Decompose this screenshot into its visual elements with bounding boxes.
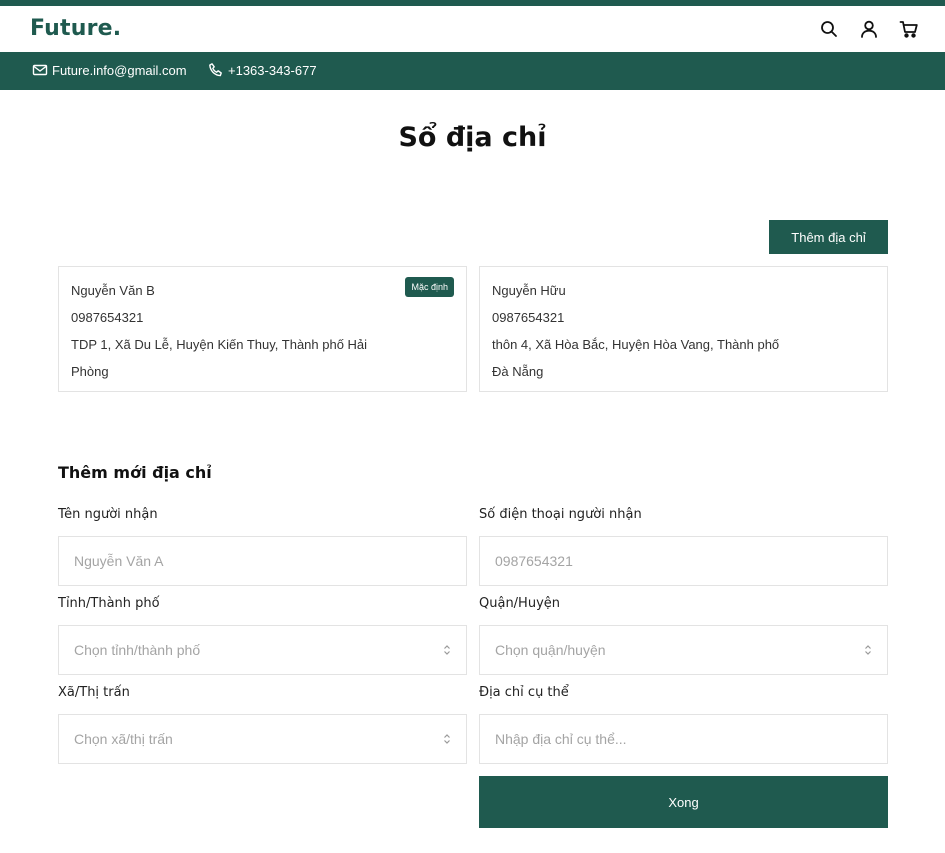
ward-select[interactable]: Chọn xã/thị trấn bbox=[58, 714, 467, 764]
contact-phone-text: +1363-343-677 bbox=[228, 62, 317, 78]
form-title: Thêm mới địa chỉ bbox=[58, 463, 212, 482]
ward-select-value: Chọn xã/thị trấn bbox=[74, 731, 173, 747]
default-badge: Mặc định bbox=[405, 277, 454, 297]
recipient-phone-input[interactable] bbox=[479, 536, 888, 586]
street-address-input[interactable] bbox=[479, 714, 888, 764]
address-phone: 0987654321 bbox=[492, 310, 565, 325]
site-header: Future. bbox=[0, 6, 945, 52]
recipient-label: Tên người nhận bbox=[58, 507, 158, 522]
select-arrows-icon bbox=[444, 734, 450, 744]
contact-bar: Future.info@gmail.com +1363-343-677 bbox=[0, 52, 945, 90]
address-name: Nguyễn Văn B bbox=[71, 283, 155, 298]
add-address-button[interactable]: Thêm địa chỉ bbox=[769, 220, 888, 254]
user-icon[interactable] bbox=[859, 19, 879, 39]
ward-label: Xã/Thị trấn bbox=[58, 685, 130, 700]
search-icon[interactable] bbox=[819, 19, 839, 39]
province-select[interactable]: Chọn tỉnh/thành phố bbox=[58, 625, 467, 675]
province-select-value: Chọn tỉnh/thành phố bbox=[74, 642, 201, 658]
page-title: Sổ địa chỉ bbox=[398, 122, 547, 153]
phone-label: Số điện thoại người nhận bbox=[479, 507, 642, 522]
contact-phone[interactable]: +1363-343-677 bbox=[208, 62, 317, 78]
address-detail: thôn 4, Xã Hòa Bắc, Huyện Hòa Vang, Thàn… bbox=[492, 337, 780, 379]
address-detail: TDP 1, Xã Du Lễ, Huyện Kiến Thuy, Thành … bbox=[71, 337, 368, 379]
province-label: Tỉnh/Thành phố bbox=[58, 596, 160, 611]
mail-icon bbox=[32, 64, 48, 76]
select-arrows-icon bbox=[865, 645, 871, 655]
district-select-value: Chọn quận/huyện bbox=[495, 642, 606, 658]
brand-logo[interactable]: Future. bbox=[30, 16, 121, 41]
contact-email[interactable]: Future.info@gmail.com bbox=[32, 62, 187, 78]
address-card[interactable]: Nguyễn Văn B 0987654321 TDP 1, Xã Du Lễ,… bbox=[58, 266, 467, 392]
header-icons bbox=[819, 19, 919, 39]
address-name: Nguyễn Hữu bbox=[492, 283, 566, 298]
recipient-name-input[interactable] bbox=[58, 536, 467, 586]
submit-button[interactable]: Xong bbox=[479, 776, 888, 828]
address-phone: 0987654321 bbox=[71, 310, 144, 325]
district-select[interactable]: Chọn quận/huyện bbox=[479, 625, 888, 675]
address-card[interactable]: Nguyễn Hữu 0987654321 thôn 4, Xã Hòa Bắc… bbox=[479, 266, 888, 392]
select-arrows-icon bbox=[444, 645, 450, 655]
cart-icon[interactable] bbox=[899, 19, 919, 39]
street-label: Địa chỉ cụ thể bbox=[479, 685, 569, 700]
contact-email-text: Future.info@gmail.com bbox=[52, 62, 187, 78]
phone-icon bbox=[209, 63, 222, 77]
district-label: Quận/Huyện bbox=[479, 596, 561, 611]
